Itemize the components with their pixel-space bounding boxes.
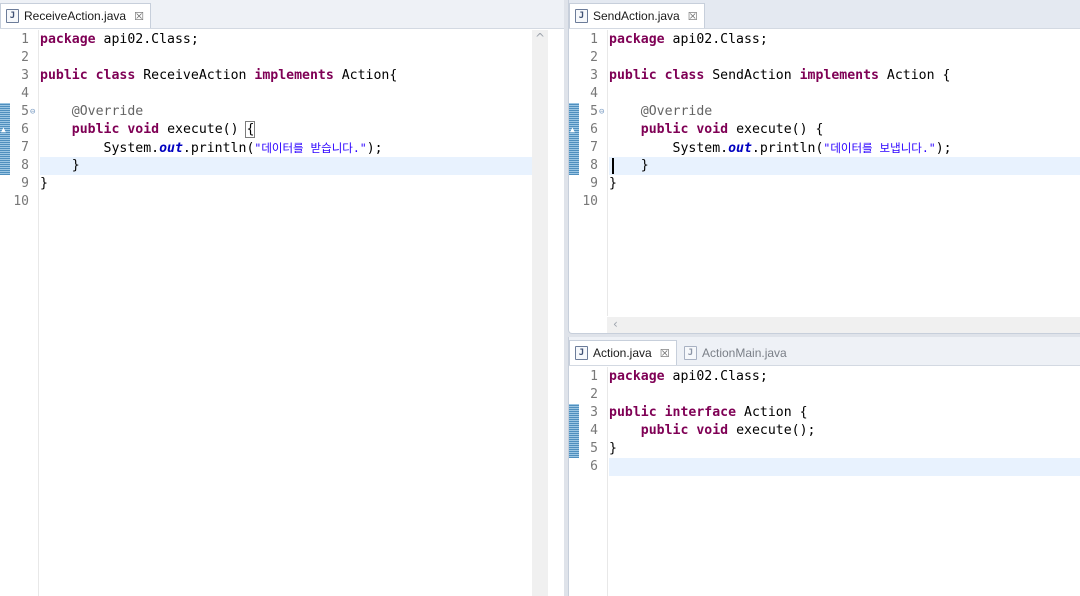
tab-sendaction-java[interactable]: J SendAction.java ☒ xyxy=(569,3,705,28)
line-number: 8 xyxy=(21,158,29,173)
line-number: 10 xyxy=(13,194,29,209)
bracket-match: { xyxy=(245,121,256,138)
right-top-tabbar: J SendAction.java ☒ xyxy=(569,0,1080,29)
code-line-1: package api02.Class; xyxy=(609,32,768,47)
java-file-icon: J xyxy=(684,345,697,360)
line-number-gutter: 1 2 3 4 5 ⊖ 6 7 8 9 10 xyxy=(580,30,608,316)
code-line-3: public class SendAction implements Actio… xyxy=(609,68,951,83)
code-line-1: package api02.Class; xyxy=(609,369,768,384)
java-file-icon: J xyxy=(575,9,588,23)
line-number: 6 xyxy=(590,122,598,137)
current-line-highlight xyxy=(40,157,532,175)
right-bottom-editor-pane: J Action.java ☒ J ActionMain.java 1 2 3 … xyxy=(568,337,1080,596)
line-number: 4 xyxy=(21,86,29,101)
chevron-left-icon[interactable]: ‹ xyxy=(613,317,618,331)
code-line-9: } xyxy=(609,176,617,191)
tab-action-java[interactable]: J Action.java ☒ xyxy=(569,340,677,365)
code-line-6: public void execute() { xyxy=(609,122,824,137)
code-line-1: package api02.Class; xyxy=(40,32,199,47)
chevron-up-icon[interactable]: ^ xyxy=(535,31,545,45)
code-area[interactable]: package api02.Class; public class SendAc… xyxy=(609,30,1080,316)
code-line-3: public class ReceiveAction implements Ac… xyxy=(40,68,398,83)
right-top-code-editor[interactable]: ▲ 1 2 3 4 5 ⊖ 6 7 8 9 10 package api02.C… xyxy=(569,30,1080,316)
overview-ruler: ▲ xyxy=(0,30,11,596)
code-line-7: System.out.println("데이터를 보냅니다."); xyxy=(609,141,952,156)
left-editor-tabbar: J ReceiveAction.java ☒ xyxy=(0,0,564,29)
java-file-icon: J xyxy=(575,346,588,360)
line-number: 2 xyxy=(590,50,598,65)
line-number-gutter: 1 2 3 4 5 ⊖ 6 7 8 9 10 xyxy=(11,30,39,596)
left-code-editor[interactable]: ▲ 1 2 3 4 5 ⊖ 6 7 8 9 10 package api02.C… xyxy=(0,30,564,596)
line-number: 8 xyxy=(590,158,598,173)
line-number: 10 xyxy=(582,194,598,209)
line-number: 5 xyxy=(590,441,598,456)
line-number: 3 xyxy=(590,68,598,83)
code-line-7: System.out.println("데이터를 받습니다."); xyxy=(40,141,383,156)
java-file-icon: J xyxy=(6,9,19,23)
line-number: 1 xyxy=(590,369,598,384)
tab-label: ReceiveAction.java xyxy=(24,9,127,23)
quick-diff-arrow-icon: ▲ xyxy=(570,125,575,134)
code-line-8: } xyxy=(40,158,80,173)
line-number: 7 xyxy=(21,140,29,155)
quick-diff-arrow-icon: ▲ xyxy=(1,125,6,134)
horizontal-scrollbar[interactable]: ‹ xyxy=(607,317,1080,333)
current-line-highlight xyxy=(609,157,1080,175)
line-number: 3 xyxy=(590,405,598,420)
code-line-8: } xyxy=(609,158,649,173)
line-number: 3 xyxy=(21,68,29,83)
right-top-editor-pane: J SendAction.java ☒ ▲ 1 2 3 4 5 ⊖ 6 7 8 … xyxy=(568,0,1080,334)
change-marker xyxy=(569,404,579,458)
code-line-5: @Override xyxy=(40,104,144,119)
change-marker xyxy=(0,103,10,175)
close-icon[interactable]: ☒ xyxy=(134,10,144,23)
line-number: 7 xyxy=(590,140,598,155)
line-number: 6 xyxy=(21,122,29,137)
change-marker xyxy=(569,103,579,175)
fold-collapse-icon[interactable]: ⊖ xyxy=(30,103,35,121)
line-number: 5 xyxy=(590,104,598,119)
line-number: 2 xyxy=(590,387,598,402)
line-number: 4 xyxy=(590,86,598,101)
line-number: 9 xyxy=(21,176,29,191)
tab-label: ActionMain.java xyxy=(702,345,787,360)
fold-collapse-icon[interactable]: ⊖ xyxy=(599,103,604,121)
vertical-scrollbar[interactable]: ^ xyxy=(532,30,548,596)
close-icon[interactable]: ☒ xyxy=(660,347,670,360)
line-number: 6 xyxy=(590,459,598,474)
code-area[interactable]: package api02.Class; public class Receiv… xyxy=(40,30,532,596)
overview-ruler xyxy=(569,367,580,596)
line-number: 9 xyxy=(590,176,598,191)
code-area[interactable]: package api02.Class; public interface Ac… xyxy=(609,367,1080,596)
tab-label: SendAction.java xyxy=(593,9,680,23)
line-number: 4 xyxy=(590,423,598,438)
line-number-gutter: 1 2 3 4 5 6 xyxy=(580,367,608,596)
code-line-3: public interface Action { xyxy=(609,405,808,420)
close-icon[interactable]: ☒ xyxy=(688,10,698,23)
line-number: 2 xyxy=(21,50,29,65)
left-editor-pane: J ReceiveAction.java ☒ ▲ 1 2 3 4 5 ⊖ 6 7… xyxy=(0,0,564,596)
tab-actionmain-java[interactable]: J ActionMain.java xyxy=(679,340,793,365)
right-bottom-tabbar: J Action.java ☒ J ActionMain.java xyxy=(569,337,1080,366)
line-number: 1 xyxy=(21,32,29,47)
code-line-5: } xyxy=(609,441,617,456)
code-line-9: } xyxy=(40,176,48,191)
code-line-6: public void execute() { xyxy=(40,121,256,138)
line-number: 1 xyxy=(590,32,598,47)
right-bottom-code-editor[interactable]: 1 2 3 4 5 6 package api02.Class; public … xyxy=(569,367,1080,596)
line-number: 5 xyxy=(21,104,29,119)
code-line-5: @Override xyxy=(609,104,713,119)
overview-ruler: ▲ xyxy=(569,30,580,316)
tab-receiveaction-java[interactable]: J ReceiveAction.java ☒ xyxy=(0,3,151,28)
tab-label: Action.java xyxy=(593,346,652,360)
code-line-4: public void execute(); xyxy=(609,423,816,438)
current-line-highlight xyxy=(609,458,1080,476)
